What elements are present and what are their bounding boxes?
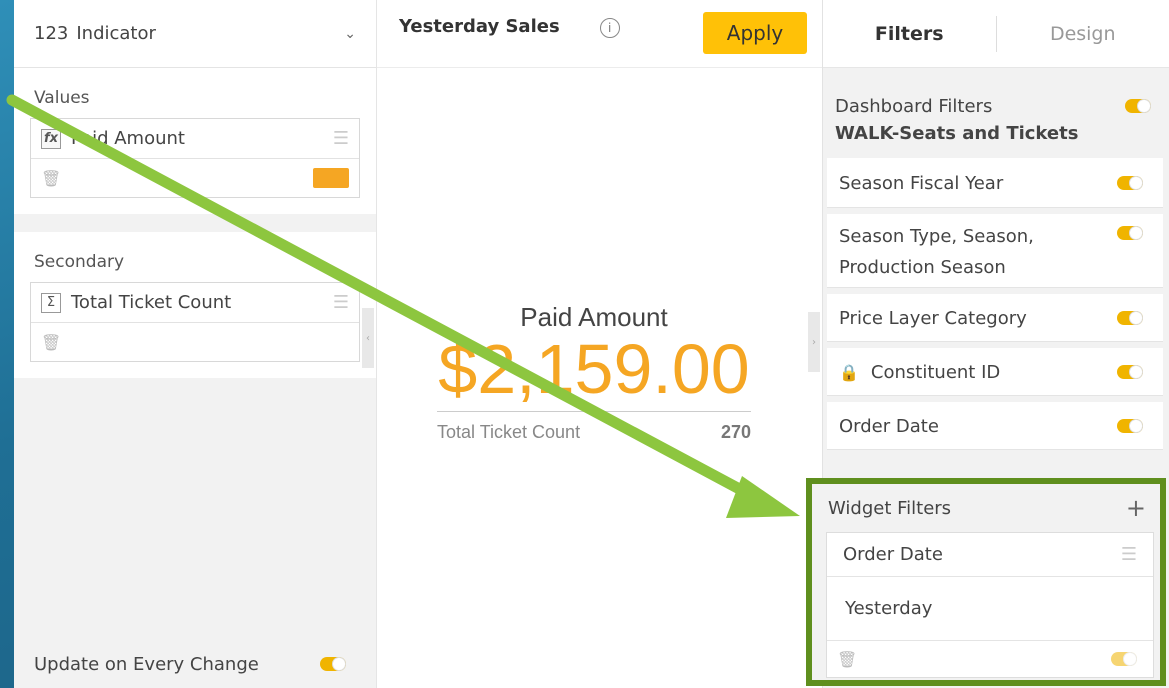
collapse-right-handle[interactable]: › (808, 312, 820, 372)
trash-icon[interactable]: 🗑 (41, 333, 61, 352)
tab-filters[interactable]: Filters (823, 23, 996, 45)
indicator-widget: Paid Amount $2,159.00 Total Ticket Count… (437, 302, 751, 443)
values-field-box: fx Paid Amount ☰ 🗑 (30, 118, 360, 198)
update-on-change-label: Update on Every Change (34, 653, 259, 675)
chevron-down-icon: ⌄ (344, 25, 356, 42)
indicator-value: $2,159.00 (438, 330, 750, 408)
datasource-name: WALK-Seats and Tickets (835, 122, 1079, 144)
formula-icon: fx (41, 128, 61, 149)
sigma-icon: Σ (41, 292, 61, 313)
panel-tabs: Filters Design (823, 0, 1169, 68)
collapse-left-handle[interactable]: ‹ (362, 308, 374, 368)
add-filter-icon[interactable]: + (1126, 494, 1146, 522)
indicator-title: Paid Amount (520, 302, 668, 332)
color-swatch[interactable] (313, 168, 349, 188)
drag-handle-icon[interactable]: ☰ (1121, 544, 1137, 565)
widget-config-panel: 123 Indicator ⌄ Values fx Paid Amount ☰ … (14, 0, 376, 688)
filter-label: Order Date (839, 415, 939, 437)
filter-item[interactable]: Season Type, Season, Production Season (827, 214, 1163, 288)
values-title: Values (34, 88, 90, 108)
filter-toggle[interactable] (1117, 365, 1143, 379)
widget-filter-value[interactable]: Yesterday (827, 577, 1153, 641)
update-on-change-toggle[interactable] (320, 657, 346, 671)
widget-filter-card: Order Date ☰ Yesterday 🗑 (826, 532, 1154, 678)
widget-filters-section: Widget Filters + Order Date ☰ Yesterday … (806, 478, 1166, 686)
filter-toggle[interactable] (1117, 226, 1143, 240)
filter-item[interactable]: 🔒 Constituent ID (827, 348, 1163, 396)
widget-filter-value-text: Yesterday (845, 598, 933, 619)
filter-toggle[interactable] (1117, 311, 1143, 325)
secondary-field-row[interactable]: Σ Total Ticket Count ☰ (31, 283, 359, 323)
secondary-label: Total Ticket Count (437, 421, 581, 442)
widget-filter-toggle[interactable] (1111, 652, 1137, 666)
dashboard-filters-label: Dashboard Filters (835, 95, 993, 117)
dashboard-filters-toggle[interactable] (1125, 99, 1151, 113)
apply-button[interactable]: Apply (703, 12, 807, 54)
secondary-title: Secondary (34, 252, 125, 272)
values-field-label: Paid Amount (71, 128, 185, 149)
filter-label: Season Fiscal Year (839, 172, 1004, 194)
filter-item[interactable]: Order Date (827, 402, 1163, 450)
widget-filters-header: Widget Filters + (812, 484, 1160, 532)
filter-toggle[interactable] (1117, 176, 1143, 190)
filter-label: Price Layer Category (839, 307, 1027, 329)
filter-item[interactable]: Price Layer Category (827, 294, 1163, 342)
widget-type-selector[interactable]: 123 Indicator ⌄ (14, 0, 376, 68)
values-field-footer: 🗑 (31, 159, 359, 197)
lock-icon: 🔒 (839, 362, 859, 382)
drag-handle-icon[interactable]: ☰ (333, 128, 349, 149)
secondary-field-footer: 🗑 (31, 323, 359, 361)
filter-item[interactable]: Season Fiscal Year (827, 158, 1163, 208)
secondary-field-label: Total Ticket Count (71, 292, 232, 313)
widget-filters-label: Widget Filters (828, 497, 952, 519)
info-icon[interactable]: i (599, 18, 620, 38)
widget-type-label: Indicator (76, 23, 156, 44)
trash-icon[interactable]: 🗑 (41, 169, 61, 188)
values-field-row[interactable]: fx Paid Amount ☰ (31, 119, 359, 159)
widget-filter-footer: 🗑 (827, 641, 1153, 677)
filter-toggle[interactable] (1117, 419, 1143, 433)
secondary-field-box: Σ Total Ticket Count ☰ 🗑 (30, 282, 360, 362)
widget-filter-field: Order Date (843, 544, 943, 565)
indicator-type-icon: 123 (34, 23, 69, 44)
secondary-value: 270 (720, 421, 751, 442)
trash-icon[interactable]: 🗑 (837, 650, 857, 669)
update-on-change-row: Update on Every Change (14, 640, 376, 688)
values-section: Values fx Paid Amount ☰ 🗑 (14, 68, 376, 214)
indicator-secondary: Total Ticket Count 270 (437, 412, 751, 443)
drag-handle-icon[interactable]: ☰ (333, 292, 349, 313)
filter-label: Constituent ID (870, 361, 1001, 383)
widget-filter-row[interactable]: Order Date ☰ (827, 533, 1153, 577)
widget-preview-panel: Yesterday Sales i Apply Paid Amount $2,1… (376, 0, 822, 688)
secondary-section: Secondary Σ Total Ticket Count ☰ 🗑 (14, 232, 376, 378)
filter-label: Season Type, Season, (839, 226, 1034, 247)
filter-label-line2: Production Season (839, 257, 1006, 278)
widget-title[interactable]: Yesterday Sales (399, 16, 560, 37)
tab-design[interactable]: Design (997, 23, 1169, 45)
datasource-label: WALK-Seats and Tickets (823, 118, 1169, 148)
